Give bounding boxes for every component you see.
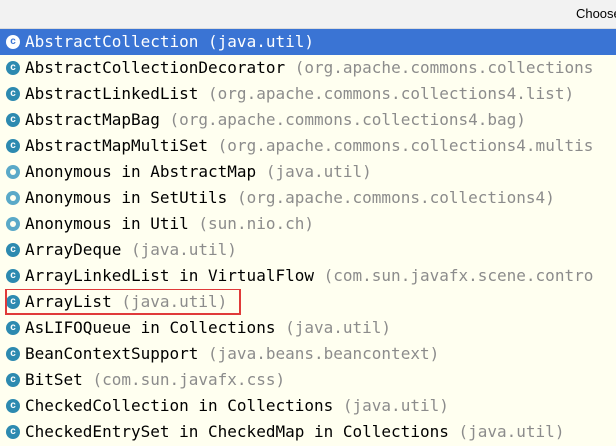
- list-item[interactable]: ArrayLinkedList in VirtualFlow (com.sun.…: [0, 263, 616, 289]
- list-item[interactable]: AbstractMapMultiSet (org.apache.commons.…: [0, 133, 616, 159]
- list-item[interactable]: Anonymous in AbstractMap (java.util): [0, 159, 616, 185]
- class-icon: [6, 295, 20, 309]
- dialog-title: Choose I: [575, 6, 616, 21]
- package-name: (java.util): [342, 396, 449, 415]
- class-name: BitSet: [25, 370, 83, 389]
- class-name: Anonymous in Util: [25, 214, 189, 233]
- class-icon: [6, 113, 20, 127]
- class-icon: [6, 425, 20, 439]
- class-icon: [6, 139, 20, 153]
- package-name: (java.util): [130, 240, 237, 259]
- package-name: (java.util): [285, 318, 392, 337]
- package-name: (com.sun.javafx.scene.contro: [323, 266, 594, 285]
- class-name: AsLIFOQueue in Collections: [25, 318, 276, 337]
- class-name: AbstractCollectionDecorator: [25, 58, 286, 77]
- list-item[interactable]: Anonymous in Util (sun.nio.ch): [0, 211, 616, 237]
- anonymous-class-icon: [6, 191, 20, 205]
- class-name: AbstractMapBag: [25, 110, 160, 129]
- class-name: ArrayLinkedList in VirtualFlow: [25, 266, 314, 285]
- class-icon: [6, 373, 20, 387]
- dialog-header: Choose I: [0, 0, 616, 29]
- package-name: (org.apache.commons.collections4.multis: [217, 136, 594, 155]
- list-item[interactable]: CheckedEntrySet in CheckedMap in Collect…: [0, 419, 616, 445]
- class-name: CheckedCollection in Collections: [25, 396, 334, 415]
- list-item[interactable]: BeanContextSupport (java.beans.beanconte…: [0, 341, 616, 367]
- package-name: (com.sun.javafx.css): [92, 370, 286, 389]
- class-name: ArrayList: [25, 292, 112, 311]
- package-name: (java.util): [458, 422, 565, 441]
- class-name: BeanContextSupport: [25, 344, 199, 363]
- package-name: (java.util): [121, 292, 228, 311]
- class-name: AbstractCollection: [25, 32, 199, 51]
- package-name: (org.apache.commons.collections4.bag): [169, 110, 526, 129]
- list-item[interactable]: AbstractMapBag (org.apache.commons.colle…: [0, 107, 616, 133]
- list-item[interactable]: AbstractCollection (java.util): [0, 29, 616, 55]
- class-icon: [6, 61, 20, 75]
- class-icon: [6, 87, 20, 101]
- list-item[interactable]: Anonymous in SetUtils (org.apache.common…: [0, 185, 616, 211]
- package-name: (java.beans.beancontext): [208, 344, 440, 363]
- implementation-list[interactable]: AbstractCollection (java.util) AbstractC…: [0, 29, 616, 445]
- list-item[interactable]: AbstractCollectionDecorator (org.apache.…: [0, 55, 616, 81]
- list-item[interactable]: CheckedCollection in Collections (java.u…: [0, 393, 616, 419]
- class-icon: [6, 269, 20, 283]
- class-name: ArrayDeque: [25, 240, 122, 259]
- list-item[interactable]: AsLIFOQueue in Collections (java.util): [0, 315, 616, 341]
- class-name: AbstractMapMultiSet: [25, 136, 209, 155]
- package-name: (org.apache.commons.collections4): [236, 188, 555, 207]
- class-icon: [6, 35, 20, 49]
- class-icon: [6, 321, 20, 335]
- anonymous-class-icon: [6, 165, 20, 179]
- class-name: Anonymous in SetUtils: [25, 188, 228, 207]
- list-item[interactable]: AbstractLinkedList (org.apache.commons.c…: [0, 81, 616, 107]
- class-icon: [6, 347, 20, 361]
- package-name: (org.apache.commons.collections: [294, 58, 594, 77]
- anonymous-class-icon: [6, 217, 20, 231]
- list-item[interactable]: ArrayDeque (java.util): [0, 237, 616, 263]
- list-item[interactable]: BitSet (com.sun.javafx.css): [0, 367, 616, 393]
- class-name: AbstractLinkedList: [25, 84, 199, 103]
- package-name: (org.apache.commons.collections4.list): [208, 84, 575, 103]
- package-name: (java.util): [208, 32, 314, 51]
- class-icon: [6, 243, 20, 257]
- class-icon: [6, 399, 20, 413]
- package-name: (java.util): [265, 162, 372, 181]
- class-name: CheckedEntrySet in CheckedMap in Collect…: [25, 422, 449, 441]
- list-item-arraylist[interactable]: ArrayList (java.util): [0, 289, 616, 315]
- class-name: Anonymous in AbstractMap: [25, 162, 257, 181]
- package-name: (sun.nio.ch): [198, 214, 314, 233]
